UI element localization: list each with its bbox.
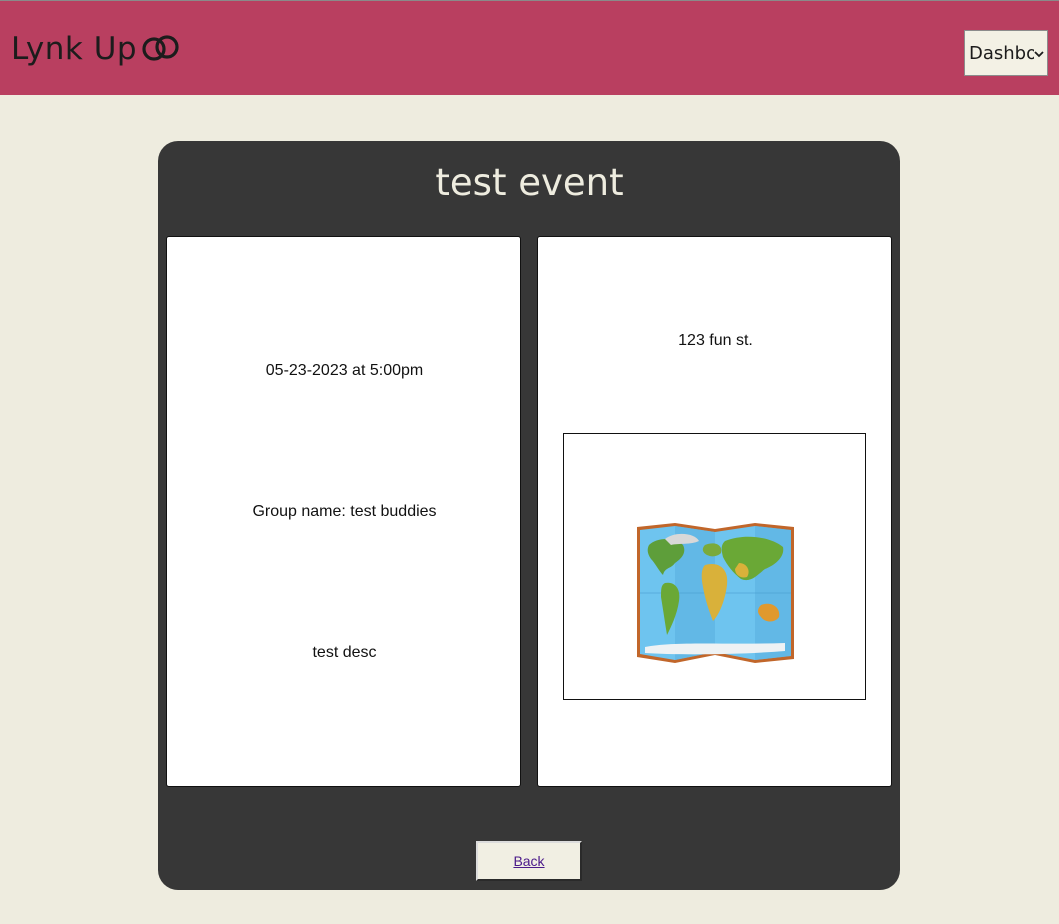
back-link[interactable]: Back (513, 853, 544, 869)
back-button[interactable]: Back (476, 841, 582, 881)
linked-rings-icon (141, 33, 181, 67)
app-title: Lynk Up (11, 31, 138, 67)
app-logo[interactable]: Lynk Up (11, 29, 181, 69)
event-address: 123 fun st. (678, 332, 753, 349)
top-header: Lynk Up Dashboard (0, 0, 1059, 95)
nav-dropdown[interactable]: Dashboard (964, 30, 1048, 76)
map-container[interactable] (563, 433, 866, 700)
event-description: test desc (312, 644, 377, 661)
event-datetime: 05-23-2023 at 5:00pm (265, 362, 424, 379)
event-group: Group name: test buddies (252, 503, 437, 520)
world-map-icon (635, 523, 795, 667)
event-details-panel: 05-23-2023 at 5:00pm Group name: test bu… (166, 236, 521, 787)
event-title: test event (435, 161, 624, 204)
chevron-down-icon (1034, 44, 1044, 64)
nav-dropdown-value: Dashboard (969, 42, 1039, 64)
